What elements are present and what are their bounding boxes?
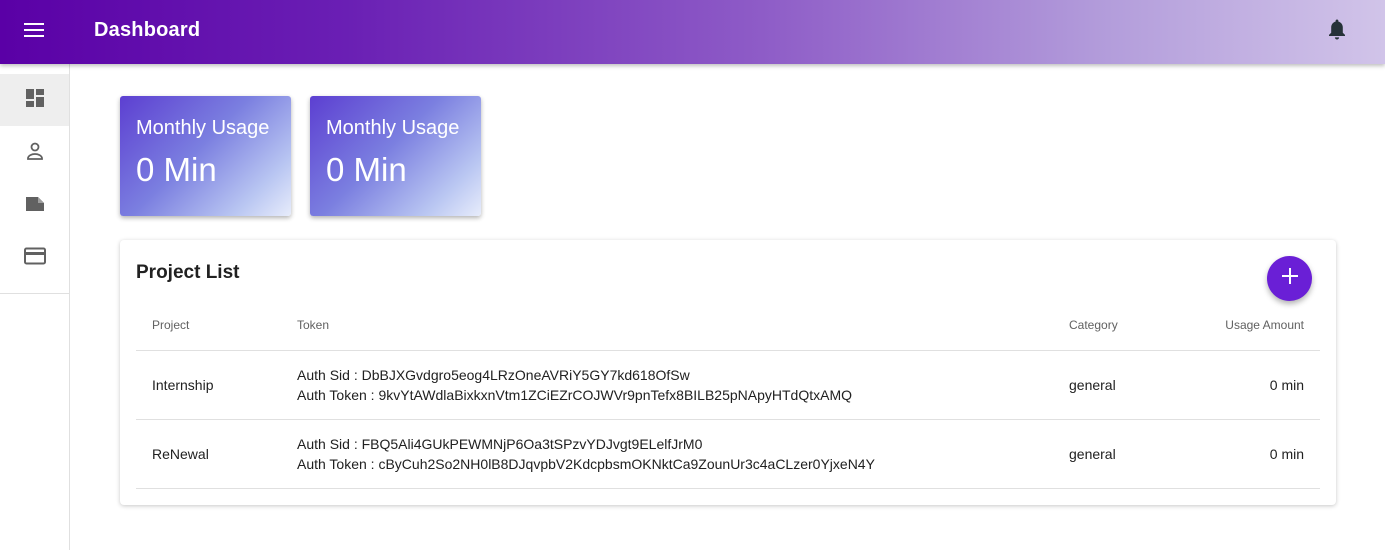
credit-card-icon (23, 247, 46, 270)
monthly-usage-card: Monthly Usage 0 Min (310, 96, 481, 216)
table-divider (136, 350, 1320, 351)
table-divider (136, 488, 1320, 489)
card-title: Monthly Usage (326, 117, 460, 139)
menu-button[interactable] (14, 12, 54, 52)
auth-token: Auth Token : cByCuh2So2NH0lB8DJqvpbV2Kdc… (297, 456, 875, 472)
add-project-button[interactable] (1267, 256, 1312, 301)
sidebar-item-dashboard[interactable] (0, 74, 69, 126)
usage-amount: 0 min (1269, 377, 1304, 393)
person-icon (25, 141, 45, 166)
card-value: 0 Min (136, 151, 217, 188)
plus-icon (1281, 268, 1298, 289)
sidebar-item-account[interactable] (0, 127, 69, 179)
app-bar: Dashboard (0, 0, 1385, 64)
column-header-category[interactable]: Category (1069, 318, 1118, 332)
sidebar-item-label[interactable] (0, 180, 69, 232)
page-title: Dashboard (94, 19, 201, 41)
dashboard-icon (25, 88, 45, 113)
sidebar (0, 64, 70, 550)
project-list-panel: Project List Project Token Category Usag… (120, 240, 1336, 505)
card-title: Monthly Usage (136, 117, 270, 139)
usage-amount: 0 min (1269, 446, 1304, 462)
table-divider (136, 419, 1320, 420)
label-icon (25, 194, 45, 219)
card-value: 0 Min (326, 151, 407, 188)
auth-sid: Auth Sid : DbBJXGvdgro5eog4LRzOneAVRiY5G… (297, 367, 690, 383)
category: general (1069, 377, 1116, 393)
column-header-project[interactable]: Project (152, 318, 189, 332)
sidebar-item-billing[interactable] (0, 232, 69, 284)
bell-icon (1328, 19, 1346, 45)
column-header-usage-amount[interactable]: Usage Amount (1225, 318, 1304, 332)
column-header-token[interactable]: Token (297, 318, 329, 332)
notifications-button[interactable] (1319, 14, 1355, 50)
auth-token: Auth Token : 9kvYtAWdlaBixkxnVtm1ZCiEZrC… (297, 387, 853, 403)
sidebar-divider (0, 293, 69, 294)
project-name: Internship (152, 377, 214, 393)
category: general (1069, 446, 1116, 462)
menu-icon (24, 22, 44, 42)
panel-title: Project List (136, 262, 240, 283)
auth-sid: Auth Sid : FBQ5Ali4GUkPEWMNjP6Oa3tSPzvYD… (297, 436, 703, 452)
project-name: ReNewal (152, 446, 209, 462)
monthly-usage-card: Monthly Usage 0 Min (120, 96, 291, 216)
